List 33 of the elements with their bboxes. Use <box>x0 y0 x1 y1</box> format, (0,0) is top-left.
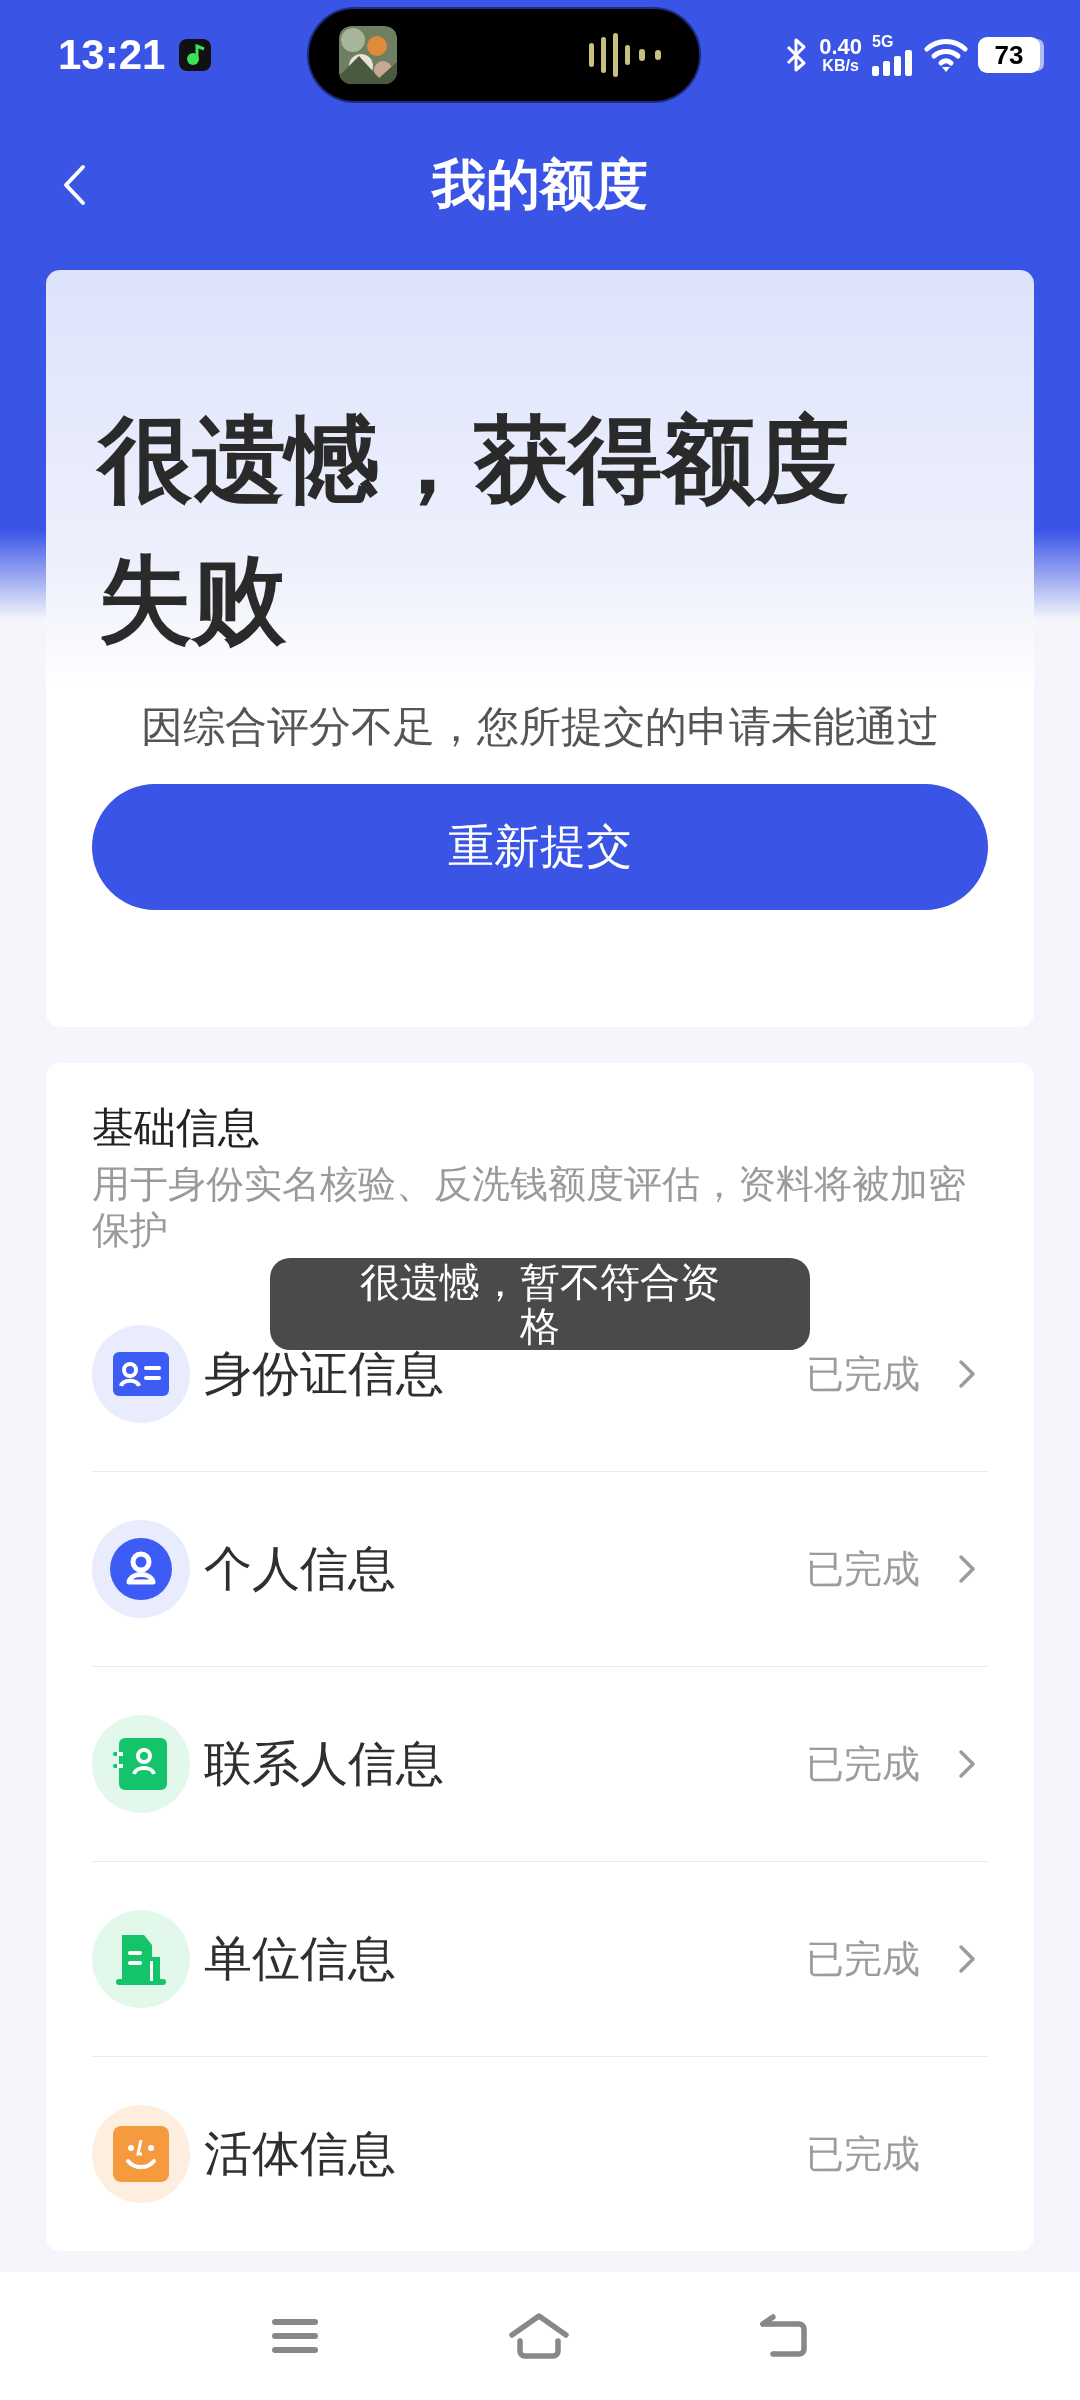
network-speed: 0.40 <box>819 36 862 58</box>
signal-icon <box>872 50 914 76</box>
result-message: 因综合评分不足，您所提交的申请未能通过 <box>140 702 940 752</box>
network-type: 5G <box>872 34 894 50</box>
back-nav-button[interactable] <box>759 2314 809 2358</box>
result-title: 很遗憾，获得额度失败 <box>98 406 851 654</box>
item-status: 已完成 <box>806 1936 920 1982</box>
wifi-icon <box>924 37 968 73</box>
speed-unit: KB/s <box>822 58 859 74</box>
item-label[interactable]: 联系人信息 <box>204 1742 444 1786</box>
battery-level: 73 <box>978 37 1040 73</box>
item-status: 已完成 <box>806 2131 920 2177</box>
chevron-icon[interactable] <box>958 1359 976 1389</box>
music-app-icon <box>179 39 212 71</box>
home-button[interactable] <box>509 2313 569 2359</box>
section-description: 用于身份实名核验、反洗钱额度评估，资料将被加密保护 <box>92 1162 967 1253</box>
page-title: 我的额度 <box>432 152 648 216</box>
section-title: 基础信息 <box>92 1103 261 1153</box>
item-status: 已完成 <box>806 1741 920 1787</box>
clock-time: 13:21 <box>58 31 166 79</box>
item-label[interactable]: 身份证信息 <box>204 1352 444 1396</box>
chevron-icon[interactable] <box>958 1944 976 1974</box>
item-label[interactable]: 单位信息 <box>204 1937 396 1981</box>
resubmit-button[interactable]: 重新提交 <box>92 784 988 910</box>
item-label[interactable]: 活体信息 <box>204 2132 396 2176</box>
menu-button[interactable] <box>271 2316 319 2356</box>
back-icon[interactable] <box>62 164 86 206</box>
item-status: 已完成 <box>806 1351 920 1397</box>
message-toast: 很遗憾，暂不符合资格 <box>270 1258 810 1350</box>
chevron-icon[interactable] <box>958 1749 976 1779</box>
item-status: 已完成 <box>806 1546 920 1592</box>
item-label[interactable]: 个人信息 <box>204 1547 396 1591</box>
chevron-icon[interactable] <box>958 1554 976 1584</box>
